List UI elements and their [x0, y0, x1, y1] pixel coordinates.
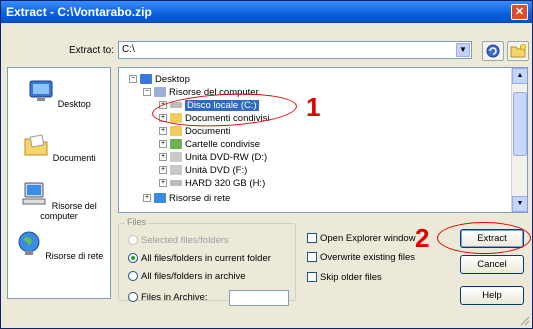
place-label: Risorse di rete — [45, 251, 104, 261]
network-icon — [154, 193, 166, 204]
collapse-icon[interactable]: − — [129, 75, 137, 84]
place-label: Desktop — [57, 99, 91, 109]
annotation-ellipse-2 — [437, 222, 531, 254]
place-my-computer[interactable]: Risorse del computer — [8, 180, 110, 221]
tree-item-label: Desktop — [155, 74, 190, 85]
radio-files-in-archive[interactable]: Files in Archive: — [128, 292, 208, 303]
annotation-step-2: 2 — [415, 223, 430, 253]
my-computer-icon — [154, 87, 166, 98]
checkbox-overwrite[interactable]: Overwrite existing files — [307, 252, 415, 263]
tree-item-dvd-f[interactable]: + Unità DVD (F:) — [159, 164, 247, 177]
title-bar[interactable]: Extract - C:\Vontarabo.zip ✕ — [1, 1, 532, 23]
new-folder-icon — [510, 44, 526, 58]
desktop-icon — [140, 74, 152, 85]
tree-item-documents[interactable]: + Documenti — [159, 125, 230, 138]
close-button[interactable]: ✕ — [511, 4, 528, 20]
tree-item-label: HARD 320 GB (H:) — [185, 178, 266, 189]
dvd-drive-icon — [170, 165, 182, 176]
radio-label: All files/folders in archive — [141, 271, 246, 282]
radio-circle — [128, 292, 138, 303]
files-group-label: Files — [125, 217, 149, 227]
expand-icon[interactable]: + — [143, 194, 151, 203]
radio-label: All files/folders in current folder — [141, 253, 271, 264]
desktop-icon — [29, 80, 53, 101]
place-network[interactable]: Risorse di rete — [8, 230, 110, 261]
window-title: Extract - C:\Vontarabo.zip — [6, 5, 152, 19]
place-documents[interactable]: Documenti — [8, 132, 110, 163]
shared-folder-icon — [170, 139, 182, 150]
checkbox-box — [307, 252, 317, 263]
radio-circle — [128, 235, 138, 246]
folder-icon — [170, 126, 182, 137]
place-label: Risorse del computer — [40, 201, 97, 221]
annotation-step-1: 1 — [306, 92, 321, 122]
help-button[interactable]: Help — [460, 286, 524, 305]
checkbox-open-explorer[interactable]: Open Explorer window — [307, 233, 416, 244]
cancel-button[interactable]: Cancel — [460, 255, 524, 274]
checkbox-box — [307, 272, 317, 283]
expand-icon[interactable]: + — [159, 140, 167, 149]
radio-all-in-current-folder[interactable]: All files/folders in current folder — [128, 253, 271, 264]
scroll-thumb[interactable] — [513, 92, 527, 156]
expand-icon[interactable]: + — [159, 153, 167, 162]
radio-all-in-archive[interactable]: All files/folders in archive — [128, 271, 246, 282]
checkbox-label: Open Explorer window — [320, 233, 416, 244]
folder-tree[interactable]: − Desktop − Risorse del computer + Disco lo… — [118, 67, 528, 213]
radio-selected-files[interactable]: Selected files/folders — [128, 235, 229, 246]
expand-icon[interactable]: + — [159, 166, 167, 175]
resize-grip-icon[interactable] — [520, 316, 530, 326]
tree-item-network[interactable]: + Risorse di rete — [143, 192, 230, 205]
tree-item-shared-folders[interactable]: + Cartelle condivise — [159, 138, 260, 151]
network-icon — [18, 231, 40, 255]
extract-dialog: Extract - C:\Vontarabo.zip ✕ Extract to:… — [0, 0, 533, 329]
extract-path-value: C:\ — [122, 44, 135, 55]
my-computer-icon — [22, 182, 46, 205]
radio-circle — [128, 253, 138, 264]
tree-item-hard-h[interactable]: + HARD 320 GB (H:) — [159, 177, 265, 190]
refresh-icon — [486, 44, 500, 58]
tree-item-label: Unità DVD-RW (D:) — [185, 152, 268, 163]
radio-label: Selected files/folders — [141, 235, 229, 246]
files-in-archive-input[interactable] — [229, 290, 289, 306]
expand-icon[interactable]: + — [159, 179, 167, 188]
places-bar: Desktop Documenti Risorse del computer R… — [7, 67, 111, 299]
drive-icon — [170, 180, 182, 187]
extract-to-label: Extract to: — [69, 45, 115, 56]
place-label: Documenti — [52, 153, 96, 163]
tree-scrollbar[interactable]: ▲ ▼ — [511, 68, 527, 212]
checkbox-label: Overwrite existing files — [320, 252, 416, 263]
scroll-up-button[interactable]: ▲ — [512, 68, 527, 84]
radio-circle — [128, 271, 138, 282]
chevron-down-icon[interactable]: ▼ — [456, 43, 470, 57]
tree-item-desktop[interactable]: − Desktop — [129, 73, 190, 86]
documents-icon — [24, 134, 48, 156]
checkbox-label: Skip older files — [320, 272, 382, 283]
collapse-icon[interactable]: − — [143, 88, 151, 97]
tree-item-label: Risorse di rete — [169, 193, 231, 204]
tree-item-dvd-rw-d[interactable]: + Unità DVD-RW (D:) — [159, 151, 267, 164]
new-folder-button[interactable] — [507, 41, 529, 61]
scroll-down-button[interactable]: ▼ — [512, 196, 527, 212]
checkbox-box — [307, 233, 317, 244]
place-desktop[interactable]: Desktop — [8, 78, 110, 109]
tree-item-label: Unità DVD (F:) — [185, 165, 248, 176]
tree-item-label: Documenti — [185, 126, 231, 137]
tree-item-label: Cartelle condivise — [185, 139, 260, 150]
refresh-button[interactable] — [482, 41, 504, 61]
expand-icon[interactable]: + — [159, 127, 167, 136]
dvd-drive-icon — [170, 152, 182, 163]
radio-label: Files in Archive: — [141, 292, 208, 303]
checkbox-skip-older[interactable]: Skip older files — [307, 272, 382, 283]
extract-path-combo[interactable]: C:\ ▼ — [118, 41, 472, 59]
